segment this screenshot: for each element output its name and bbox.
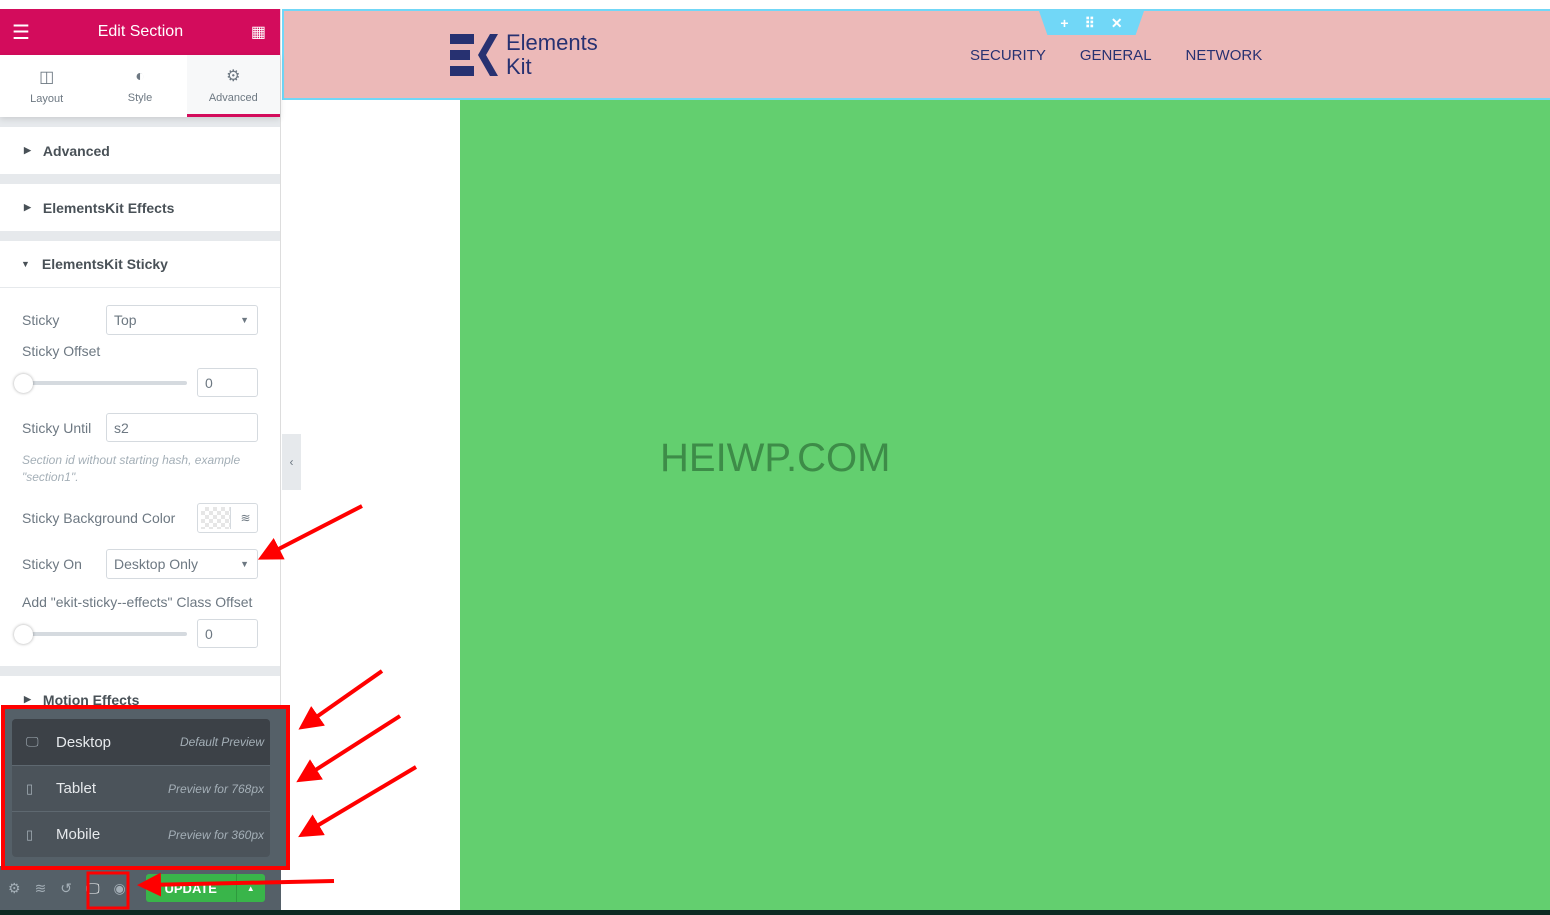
class-offset-label: Add "ekit-sticky--effects" Class Offset — [22, 594, 253, 610]
sticky-bg-label: Sticky Background Color — [22, 510, 176, 526]
section-elementskit-sticky[interactable]: ▼ ElementsKit Sticky — [0, 241, 280, 288]
mobile-icon: ▯ — [26, 826, 34, 842]
columns-icon: ◫ — [39, 69, 55, 86]
responsive-desktop-icon[interactable]: 🖵 — [86, 880, 100, 897]
device-hint: Preview for 360px — [167, 827, 264, 842]
panel-footer: ⚙ ≋ ↺ 🖵 ◉ UPDATE ▲ — [0, 866, 281, 910]
elementskit-logo[interactable]: Elements Kit — [450, 31, 598, 79]
global-colors-icon[interactable]: ≋ — [234, 504, 257, 532]
update-button[interactable]: UPDATE — [145, 874, 236, 902]
chevron-down-icon: ▼ — [240, 315, 249, 325]
sticky-offset-value: 0 — [205, 374, 213, 391]
section-elementskit-effects[interactable]: ▶ ElementsKit Effects — [0, 184, 280, 231]
sticky-value: Top — [114, 312, 137, 328]
watermark-text: HEIWP.COM — [660, 436, 891, 480]
annotation-arrow — [298, 765, 418, 838]
contrast-icon: ◐ — [135, 68, 145, 85]
main-nav: SECURITY GENERAL NETWORK — [970, 47, 1262, 64]
device-name: Tablet — [56, 780, 97, 797]
navigator-layers-icon[interactable]: ≋ — [35, 880, 47, 897]
nav-link-security[interactable]: SECURITY — [970, 47, 1046, 64]
panel-header: ☰ Edit Section ▦ — [0, 9, 280, 55]
color-picker-swatch[interactable] — [201, 507, 231, 529]
class-offset-value: 0 — [205, 625, 213, 642]
logo-text: Kit — [506, 54, 532, 79]
drag-handle-icon[interactable]: ⠿ — [1085, 15, 1095, 32]
nav-link-general[interactable]: GENERAL — [1080, 47, 1152, 64]
sticky-offset-label: Sticky Offset — [22, 343, 101, 359]
device-mobile[interactable]: ▯ Mobile Preview for 360px — [12, 811, 270, 857]
update-options-caret-icon[interactable]: ▲ — [235, 874, 265, 902]
annotation-arrow — [298, 669, 384, 730]
section-label: ElementsKit Sticky — [41, 256, 168, 272]
tab-label: Style — [127, 92, 153, 104]
desktop-icon: 🖵 — [26, 734, 39, 749]
caret-down-icon: ▼ — [21, 259, 30, 269]
class-offset-slider[interactable] — [14, 624, 187, 644]
nav-link-network[interactable]: NETWORK — [1186, 47, 1263, 64]
gear-icon: ⚙ — [226, 67, 241, 85]
tab-style[interactable]: ◐ Style — [93, 55, 186, 117]
sticky-until-note: Section id without starting hash, exampl… — [22, 453, 241, 484]
ek-logo-icon — [450, 34, 498, 76]
add-icon[interactable]: + — [1060, 15, 1068, 31]
caret-right-icon: ▶ — [24, 202, 31, 212]
tab-label: Layout — [30, 93, 64, 105]
sticky-on-select[interactable]: Desktop Only ▼ — [106, 549, 258, 579]
device-name: Desktop — [56, 733, 112, 751]
sticky-select[interactable]: Top ▼ — [106, 305, 258, 335]
responsive-mode-menu: 🖵 Desktop Default Preview ▯ Tablet Preview f… — [4, 708, 286, 866]
widgets-grid-icon[interactable]: ▦ — [251, 22, 266, 42]
device-desktop[interactable]: 🖵 Desktop Default Preview — [12, 719, 270, 765]
hamburger-menu-icon[interactable]: ☰ — [12, 20, 30, 45]
sticky-until-value: s2 — [114, 419, 129, 436]
settings-icon[interactable]: ⚙ — [8, 880, 21, 897]
logo-text: Elements — [506, 30, 598, 55]
sticky-on-label: Sticky On — [22, 556, 82, 572]
tablet-icon: ▯ — [26, 780, 34, 796]
class-offset-input[interactable]: 0 — [197, 619, 258, 648]
caret-right-icon: ▶ — [24, 694, 31, 704]
panel-title: Edit Section — [97, 23, 184, 40]
tab-layout[interactable]: ◫ Layout — [0, 55, 93, 117]
section-advanced[interactable]: ▶ Advanced — [0, 127, 280, 174]
collapse-panel-icon[interactable]: ‹ — [282, 434, 301, 490]
sticky-label: Sticky — [22, 312, 60, 328]
section-label: Advanced — [42, 142, 110, 159]
sticky-offset-input[interactable]: 0 — [197, 368, 258, 397]
device-hint: Preview for 768px — [167, 781, 264, 796]
preview-eye-icon[interactable]: ◉ — [114, 880, 126, 897]
device-tablet[interactable]: ▯ Tablet Preview for 768px — [12, 765, 270, 811]
tab-advanced[interactable]: ⚙ Advanced — [186, 55, 280, 117]
sticky-on-value: Desktop Only — [114, 556, 199, 572]
section-label: ElementsKit Effects — [42, 199, 175, 216]
annotation-arrow — [296, 714, 402, 783]
sticky-offset-slider[interactable] — [14, 373, 187, 393]
history-icon[interactable]: ↺ — [60, 880, 72, 897]
close-icon[interactable]: ✕ — [1111, 15, 1123, 32]
device-name: Mobile — [56, 826, 101, 843]
sticky-bg-color-control: ≋ — [197, 503, 258, 533]
caret-right-icon: ▶ — [24, 145, 31, 155]
chevron-down-icon: ▼ — [240, 559, 249, 569]
site-header-section[interactable]: + ⠿ ✕ Elements Kit SECURITY GENERAL NETWORK — [282, 9, 1550, 100]
section-label: Motion Effects — [42, 691, 140, 708]
sticky-until-label: Sticky Until — [22, 419, 92, 436]
section-handle[interactable]: + ⠿ ✕ — [1039, 11, 1144, 35]
tab-label: Advanced — [208, 91, 258, 104]
sticky-until-input[interactable]: s2 — [106, 413, 258, 442]
device-hint: Default Preview — [179, 735, 264, 749]
content-section: HEIWP.COM — [460, 100, 1550, 910]
